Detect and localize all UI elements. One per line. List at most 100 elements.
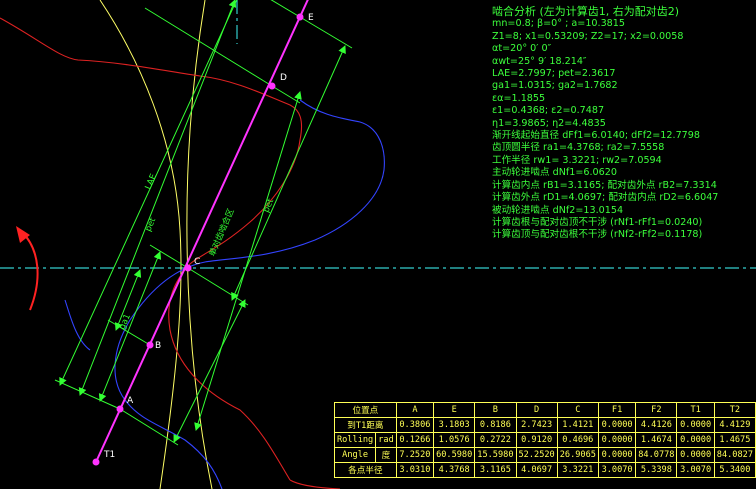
- table-cell: 3.1803: [433, 417, 476, 433]
- table-cell: 15.5980: [474, 447, 517, 463]
- table-header-cell: A: [395, 402, 435, 418]
- point-label-e: E: [308, 13, 314, 23]
- table-cell: 4.4129: [713, 417, 756, 433]
- table-cell: 1.4674: [635, 432, 678, 448]
- row-label: 到T1距离: [334, 417, 397, 433]
- table-cell: 3.0070: [597, 462, 637, 478]
- table-cell: 84.0778: [635, 447, 678, 463]
- gear2-profile: [0, 17, 303, 481]
- dimension-lines: [54, 0, 353, 446]
- table-cell: 0.0000: [676, 432, 715, 448]
- table-cell: 0.4696: [556, 432, 599, 448]
- table-cell: 4.4126: [635, 417, 678, 433]
- info-line: 计算齿内点 rB1=3.1165; 配对齿外点 rB2=7.3314: [492, 179, 717, 191]
- base-circle-2: [186, 0, 213, 489]
- point-label-d: D: [280, 73, 287, 83]
- table-header-cell: T2: [713, 402, 756, 418]
- table-cell: 0.1266: [395, 432, 435, 448]
- table-cell: 1.4675: [713, 432, 756, 448]
- table-row: Rolling rad 0.1266 1.0576 0.2722 0.9120 …: [333, 432, 756, 448]
- table-cell: 3.3221: [556, 462, 599, 478]
- table-cell: 3.1165: [474, 462, 517, 478]
- table-row: Angle 度 7.2520 60.5980 15.5980 52.2520 2…: [333, 447, 756, 463]
- table-cell: 0.0000: [676, 417, 715, 433]
- table-cell: 0.0000: [597, 432, 637, 448]
- table-cell: 26.9065: [556, 447, 599, 463]
- table-cell: 0.3806: [395, 417, 435, 433]
- table-cell: 84.0827: [713, 447, 756, 463]
- table-cell: 0.0000: [597, 447, 637, 463]
- meshing-analysis-panel: 啮合分析 (左为计算齿1, 右为配对齿2) mn=0.8; β=0° ; a=1…: [492, 5, 719, 242]
- table-cell: 0.0000: [676, 447, 715, 463]
- table-row: 各点半径 3.0310 4.3768 3.1165 4.0697 3.3221 …: [334, 462, 756, 478]
- info-line: mn=0.8; β=0° ; a=10.3815: [492, 18, 625, 30]
- row-label: Angle: [333, 447, 377, 463]
- position-point-table: 位置点 A E B D C F1 F2 T1 T2 到T1距离 0.3806 3…: [333, 402, 756, 478]
- table-header-cell: D: [515, 402, 558, 418]
- table-header-cell: F2: [635, 402, 678, 418]
- info-line: 渐开线起始直径 dFf1=6.0140; dFf2=12.7798: [492, 130, 700, 142]
- info-line: Z1=8; x1=0.53209; Z2=17; x2=0.0058: [492, 30, 684, 42]
- point-c-marker: [184, 264, 192, 272]
- table-header-cell: C: [556, 402, 599, 418]
- info-line: αwt=25° 9′ 18.214″: [492, 55, 587, 67]
- info-line: 计算齿顶与配对齿根不干涉 (rNf2-rFf2=0.1178): [492, 229, 703, 241]
- point-label-a: A: [127, 396, 134, 406]
- table-cell: 0.9120: [515, 432, 558, 448]
- table-cell: 0.0000: [597, 417, 637, 433]
- point-label-c: C: [194, 257, 200, 267]
- table-cell: 60.5980: [433, 447, 476, 463]
- table-header-cell: E: [433, 402, 476, 418]
- table-cell: 3.0310: [395, 462, 435, 478]
- table-header-row: 位置点 A E B D C F1 F2 T1 T2: [334, 402, 756, 418]
- table-cell: 5.3400: [713, 462, 756, 478]
- table-cell: 5.3398: [635, 462, 678, 478]
- dim-label-pet-right: pet: [262, 197, 277, 214]
- info-line: 被动轮进啮点 dNf2=13.0154: [492, 204, 624, 216]
- table-cell: 52.2520: [515, 447, 558, 463]
- point-b-marker: [146, 341, 154, 349]
- point-label-b: B: [155, 341, 161, 351]
- table-cell: 3.0070: [676, 462, 715, 478]
- table-cell: 4.3768: [433, 462, 476, 478]
- point-label-t1: T1: [103, 450, 115, 460]
- table-cell: 7.2520: [395, 447, 435, 463]
- info-line: 主动轮进啮点 dNf1=6.0620: [492, 167, 617, 179]
- row-unit: 度: [375, 447, 397, 463]
- table-cell: 0.2722: [474, 432, 517, 448]
- row-label: 各点半径: [334, 462, 397, 478]
- dim-label-pet-left: pet: [144, 216, 159, 233]
- table-header-cell: 位置点: [334, 402, 397, 418]
- info-line: η1=3.9865; η2=4.4835: [492, 117, 606, 129]
- table-header-cell: T1: [676, 402, 715, 418]
- table-row: 到T1距离 0.3806 3.1803 0.8186 2.7423 1.4121…: [334, 417, 756, 433]
- point-a-marker: [116, 405, 124, 413]
- point-t1-marker: [92, 458, 100, 466]
- table-header-cell: B: [474, 402, 517, 418]
- info-title: 啮合分析 (左为计算齿1, 右为配对齿2): [492, 5, 680, 18]
- point-e-marker: [296, 13, 304, 21]
- gear1-tail: [64, 299, 91, 351]
- table-cell: 4.0697: [515, 462, 558, 478]
- table-cell: 1.0576: [433, 432, 476, 448]
- info-line: εα=1.1855: [492, 92, 546, 104]
- info-line: 工作半径 rw1= 3.3221; rw2=7.0594: [492, 154, 662, 166]
- row-label: Rolling: [333, 432, 377, 448]
- table-cell: 2.7423: [515, 417, 558, 433]
- dim-label-ga1: ga1: [118, 313, 133, 332]
- info-line: 计算齿外点 rD1=4.0697; 配对齿内点 rD2=6.6047: [492, 192, 719, 204]
- row-unit: rad: [375, 432, 397, 448]
- info-line: αt=20° 0′ 0″: [492, 43, 552, 55]
- table-cell: 1.4121: [556, 417, 599, 433]
- gear2-root: [289, 479, 341, 489]
- info-line: 计算齿根与配对齿顶不干涉 (rNf1-rFf1=0.0240): [492, 216, 703, 228]
- info-line: ga1=1.0315; ga2=1.7682: [492, 80, 618, 92]
- table-header-cell: F1: [597, 402, 637, 418]
- table-cell: 0.8186: [474, 417, 517, 433]
- line-of-action: [95, 0, 309, 463]
- point-d-marker: [268, 82, 276, 90]
- info-line: ε1=0.4368; ε2=0.7487: [492, 105, 605, 117]
- info-line: LAE=2.7997; pet=2.3617: [492, 68, 616, 80]
- info-line: 齿顶圆半径 ra1=4.3768; ra2=7.5558: [492, 142, 665, 154]
- dim-label-single-pair-zone: 单对齿啮合区: [207, 206, 237, 258]
